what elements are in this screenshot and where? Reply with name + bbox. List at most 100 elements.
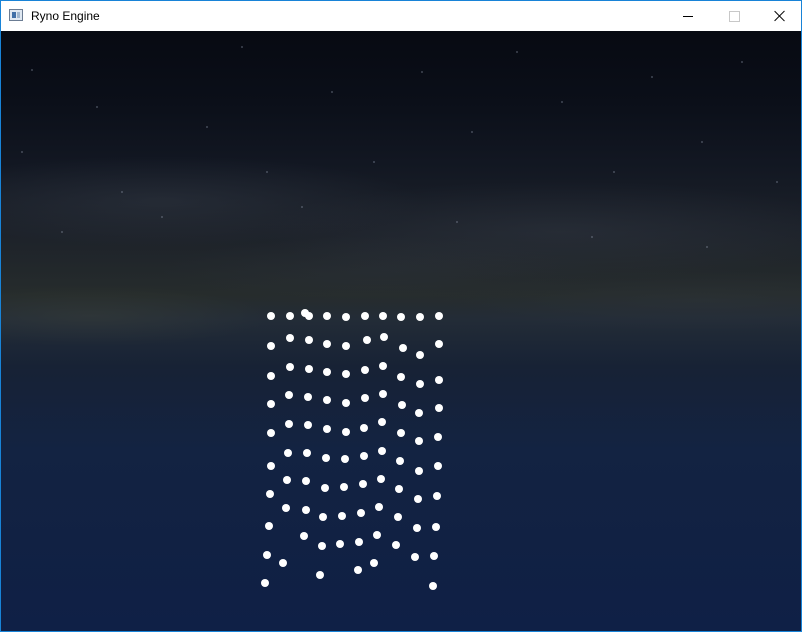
particle	[359, 480, 367, 488]
particle	[342, 370, 350, 378]
particle	[379, 312, 387, 320]
particle	[392, 541, 400, 549]
star	[121, 191, 123, 193]
star	[241, 46, 243, 48]
particle	[434, 462, 442, 470]
star	[96, 106, 98, 108]
particle	[342, 313, 350, 321]
particle	[396, 457, 404, 465]
particle	[283, 476, 291, 484]
particle	[435, 404, 443, 412]
particle	[416, 380, 424, 388]
particle	[279, 559, 287, 567]
particle	[282, 504, 290, 512]
particle	[361, 394, 369, 402]
particle	[429, 582, 437, 590]
close-icon	[774, 10, 786, 22]
particle	[323, 368, 331, 376]
particle	[435, 376, 443, 384]
particle	[342, 342, 350, 350]
particle	[340, 483, 348, 491]
particle	[433, 492, 441, 500]
particle	[415, 467, 423, 475]
particle	[394, 513, 402, 521]
particle	[415, 409, 423, 417]
star	[651, 76, 653, 78]
particle	[319, 513, 327, 521]
star	[776, 181, 778, 183]
star	[706, 246, 708, 248]
particle	[363, 336, 371, 344]
particle	[342, 399, 350, 407]
particle	[323, 396, 331, 404]
particle	[430, 552, 438, 560]
particle	[284, 449, 292, 457]
particle	[380, 333, 388, 341]
particle	[322, 454, 330, 462]
particle	[318, 542, 326, 550]
particle	[370, 559, 378, 567]
particle	[305, 365, 313, 373]
title-bar[interactable]: Ryno Engine	[1, 1, 801, 31]
particle	[341, 455, 349, 463]
particle	[336, 540, 344, 548]
particle	[316, 571, 324, 579]
particle	[432, 523, 440, 531]
particle	[411, 553, 419, 561]
particle	[375, 503, 383, 511]
particle	[379, 362, 387, 370]
particle	[373, 531, 381, 539]
star	[373, 161, 375, 163]
particle	[305, 336, 313, 344]
close-button[interactable]	[757, 1, 801, 31]
particle	[399, 344, 407, 352]
star	[741, 61, 743, 63]
maximize-icon	[729, 11, 740, 22]
particle	[321, 484, 329, 492]
particle	[267, 429, 275, 437]
star	[561, 101, 563, 103]
particle	[378, 418, 386, 426]
particle	[286, 312, 294, 320]
particle	[357, 509, 365, 517]
particle	[286, 334, 294, 342]
star	[591, 236, 593, 238]
star	[161, 216, 163, 218]
render-viewport[interactable]	[1, 31, 801, 631]
star	[31, 69, 33, 71]
particle	[266, 490, 274, 498]
particle	[267, 372, 275, 380]
particle	[285, 420, 293, 428]
particle	[435, 340, 443, 348]
particle	[263, 551, 271, 559]
particle	[355, 538, 363, 546]
maximize-button[interactable]	[711, 1, 757, 31]
minimize-button[interactable]	[665, 1, 711, 31]
sky-clouds	[1, 31, 801, 631]
star	[701, 141, 703, 143]
star	[21, 151, 23, 153]
particle	[398, 401, 406, 409]
particle	[323, 340, 331, 348]
particle	[300, 532, 308, 540]
app-window-icon[interactable]	[9, 9, 23, 21]
particle	[397, 313, 405, 321]
particle	[360, 452, 368, 460]
particle	[414, 495, 422, 503]
particle	[379, 390, 387, 398]
particle	[323, 425, 331, 433]
particle	[261, 579, 269, 587]
particle	[303, 449, 311, 457]
particle	[434, 433, 442, 441]
window-title: Ryno Engine	[31, 9, 100, 23]
particle	[415, 437, 423, 445]
particle	[302, 477, 310, 485]
minimize-icon	[683, 16, 693, 17]
particle	[416, 313, 424, 321]
star	[516, 51, 518, 53]
particle	[338, 512, 346, 520]
particle	[304, 421, 312, 429]
particle	[395, 485, 403, 493]
particle	[305, 312, 313, 320]
particle	[435, 312, 443, 320]
